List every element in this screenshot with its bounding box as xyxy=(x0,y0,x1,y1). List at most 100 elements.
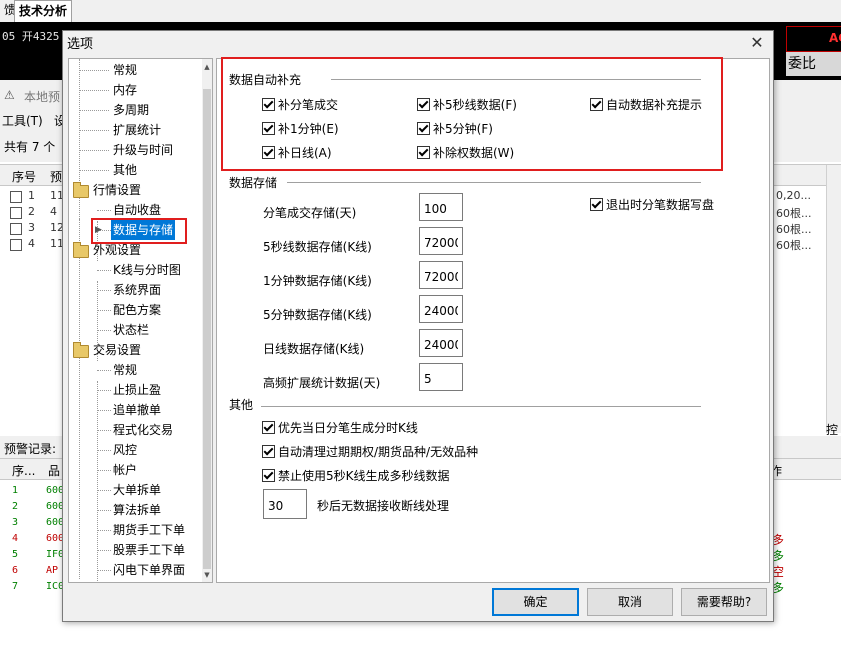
checkbox-icon[interactable] xyxy=(262,469,275,482)
tree-item-risk-control[interactable]: 风控 xyxy=(69,440,202,460)
timeout-input[interactable] xyxy=(263,489,307,519)
tree-connector xyxy=(97,330,111,331)
tree-connector xyxy=(79,110,109,111)
1min-storage-label: 1分钟数据存储(K线) xyxy=(263,274,372,288)
tree-connector xyxy=(97,550,111,551)
row-index: 1 xyxy=(28,189,35,202)
5s-storage-label: 5秒线数据存储(K线) xyxy=(263,240,372,254)
tree-item-label: 内存 xyxy=(113,83,138,97)
tree-item-trade-settings[interactable]: 交易设置 xyxy=(69,340,202,360)
5min-storage-input[interactable] xyxy=(419,295,463,323)
alert-bell-icon[interactable]: ⚠ xyxy=(4,88,15,102)
tree-connector xyxy=(97,570,111,571)
row-checkbox[interactable] xyxy=(10,191,22,203)
scroll-down-icon[interactable]: ▼ xyxy=(202,569,212,581)
section-divider xyxy=(287,182,701,183)
tree-item-label: 多周期 xyxy=(113,103,150,117)
quote-open-price: 05 开4325 xyxy=(2,30,60,43)
tree-item-label: 系统界面 xyxy=(113,283,162,297)
log-row-index: 2 xyxy=(12,501,19,512)
tree-item-label: 帐户 xyxy=(113,463,138,477)
row-checkbox[interactable] xyxy=(10,223,22,235)
hf-stats-input[interactable] xyxy=(419,363,463,391)
option-prefer-ticks[interactable]: 优先当日分笔生成分时K线 xyxy=(262,419,418,437)
1min-storage-input[interactable] xyxy=(419,261,463,289)
tree-item-flash-order-ui[interactable]: 闪电下单界面 xyxy=(69,560,202,580)
row-index: 4 xyxy=(28,237,35,250)
log-col-symbol: 品 xyxy=(48,464,61,478)
tree-connector xyxy=(97,410,111,411)
tree-item-program-trading[interactable]: 程式化交易 xyxy=(69,420,202,440)
tools-menu[interactable]: 工具(T) xyxy=(2,112,43,129)
app-tab-bar: 馈 技术分析 xyxy=(0,0,841,23)
option-no-5s-multisec[interactable]: 禁止使用5秒K线生成多秒线数据 xyxy=(262,467,450,485)
option-auto-cleanup[interactable]: 自动清理过期期权/期货品种/无效品种 xyxy=(262,443,478,461)
options-dialog: 选项 ✕ 常规 内存 多周期 扩展统计 升级与时间 其他 行情设置 自动收盘 ▶ 数据与存储 外观设… xyxy=(62,30,774,622)
close-icon[interactable]: ✕ xyxy=(747,33,767,53)
tree-item-auto-close[interactable]: 自动收盘 xyxy=(69,200,202,220)
tree-item-system-ui[interactable]: 系统界面 xyxy=(69,280,202,300)
tree-item-status-bar[interactable]: 状态栏 xyxy=(69,320,202,340)
tree-scroll-thumb[interactable] xyxy=(203,89,211,569)
local-alert-label: 本地预 xyxy=(24,90,61,104)
tree-item-multi-period[interactable]: 多周期 xyxy=(69,100,202,120)
row-checkbox[interactable] xyxy=(10,207,22,219)
tree-item-big-order-split[interactable]: 大单拆单 xyxy=(69,480,202,500)
tree-item-label: 状态栏 xyxy=(113,323,150,337)
log-row-index: 6 xyxy=(12,565,19,576)
tree-connector xyxy=(97,430,111,431)
tree-item-general[interactable]: 常规 xyxy=(69,60,202,80)
checkbox-icon[interactable] xyxy=(590,198,603,211)
checkbox-icon[interactable] xyxy=(262,421,275,434)
tree-item-chase-cancel[interactable]: 追单撤单 xyxy=(69,400,202,420)
5s-storage-input[interactable] xyxy=(419,227,463,255)
option-label: 禁止使用5秒K线生成多秒线数据 xyxy=(278,469,450,483)
tree-item-market-settings[interactable]: 行情设置 xyxy=(69,180,202,200)
row-index: 3 xyxy=(28,221,35,234)
tree-item-color-scheme[interactable]: 配色方案 xyxy=(69,300,202,320)
tree-scrollbar[interactable]: ▲ ▼ xyxy=(202,59,212,582)
tree-connector xyxy=(79,70,109,71)
scroll-up-icon[interactable]: ▲ xyxy=(202,61,212,73)
tree-item-stop-loss-profit[interactable]: 止损止盈 xyxy=(69,380,202,400)
checkbox-icon[interactable] xyxy=(262,445,275,458)
col-alert: 预 xyxy=(50,170,63,184)
tab-technical-analysis[interactable]: 技术分析 xyxy=(14,0,73,22)
tree-item-upgrade-time[interactable]: 升级与时间 xyxy=(69,140,202,160)
log-row-index: 3 xyxy=(12,517,19,528)
tree-connector xyxy=(79,130,109,131)
tick-storage-input[interactable] xyxy=(419,193,463,221)
folder-icon xyxy=(73,242,89,258)
tree-connector xyxy=(97,510,111,511)
tree-item-futures-manual-order[interactable]: 期货手工下单 xyxy=(69,520,202,540)
tree-item-stock-manual-order[interactable]: 股票手工下单 xyxy=(69,540,202,560)
tree-item-label: 期货手工下单 xyxy=(113,523,186,537)
tree-item-label: 算法拆单 xyxy=(113,503,162,517)
tree-item-ext-stats[interactable]: 扩展统计 xyxy=(69,120,202,140)
tree-item-account[interactable]: 帐户 xyxy=(69,460,202,480)
tree-item-algo-split[interactable]: 算法拆单 xyxy=(69,500,202,520)
tree-connector xyxy=(97,390,111,391)
log-row-index: 4 xyxy=(12,533,19,544)
row-right-text: 60根... xyxy=(776,239,812,252)
ok-button[interactable]: 确定 xyxy=(492,588,579,616)
row-checkbox[interactable] xyxy=(10,239,22,251)
tree-item-kline-timeshare[interactable]: K线与分时图 xyxy=(69,260,202,280)
cancel-button[interactable]: 取消 xyxy=(587,588,673,616)
storage-title: 数据存储 xyxy=(229,176,278,190)
tree-item-other[interactable]: 其他 xyxy=(69,160,202,180)
tree-connector xyxy=(97,290,111,291)
tree-item-label: 风控 xyxy=(113,443,138,457)
option-exit-write-ticks[interactable]: 退出时分笔数据写盘 xyxy=(590,196,714,214)
help-button[interactable]: 需要帮助? xyxy=(681,588,767,616)
tree-item-label: 常规 xyxy=(113,363,138,377)
tree-item-label: 自动收盘 xyxy=(113,203,162,217)
table-scrollbar[interactable] xyxy=(826,165,841,433)
daily-storage-label: 日线数据存储(K线) xyxy=(263,342,365,356)
tree-item-label: 程式化交易 xyxy=(113,423,174,437)
tree-item-memory[interactable]: 内存 xyxy=(69,80,202,100)
row-value: 4 xyxy=(50,205,57,218)
tree-connector xyxy=(79,150,109,151)
daily-storage-input[interactable] xyxy=(419,329,463,357)
tree-item-trade-general[interactable]: 常规 xyxy=(69,360,202,380)
